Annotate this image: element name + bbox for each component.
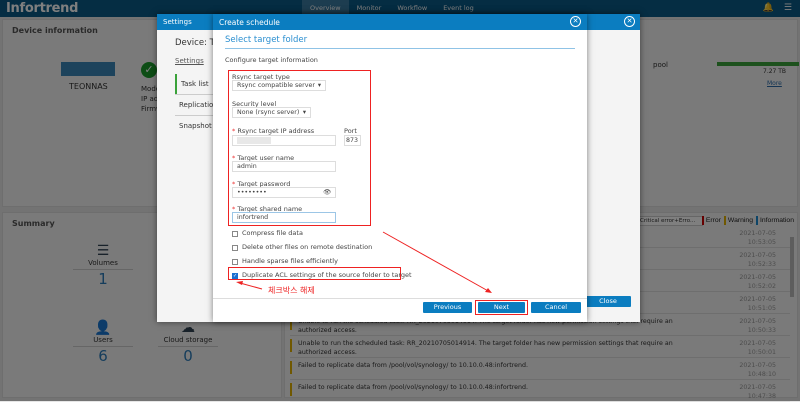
arrow-head-icon: [236, 281, 243, 285]
arrow-to-checkbox: [239, 282, 263, 290]
arrow-head-icon: [485, 288, 492, 293]
annotation-arrows: [236, 231, 492, 293]
arrow-to-next: [382, 231, 491, 293]
